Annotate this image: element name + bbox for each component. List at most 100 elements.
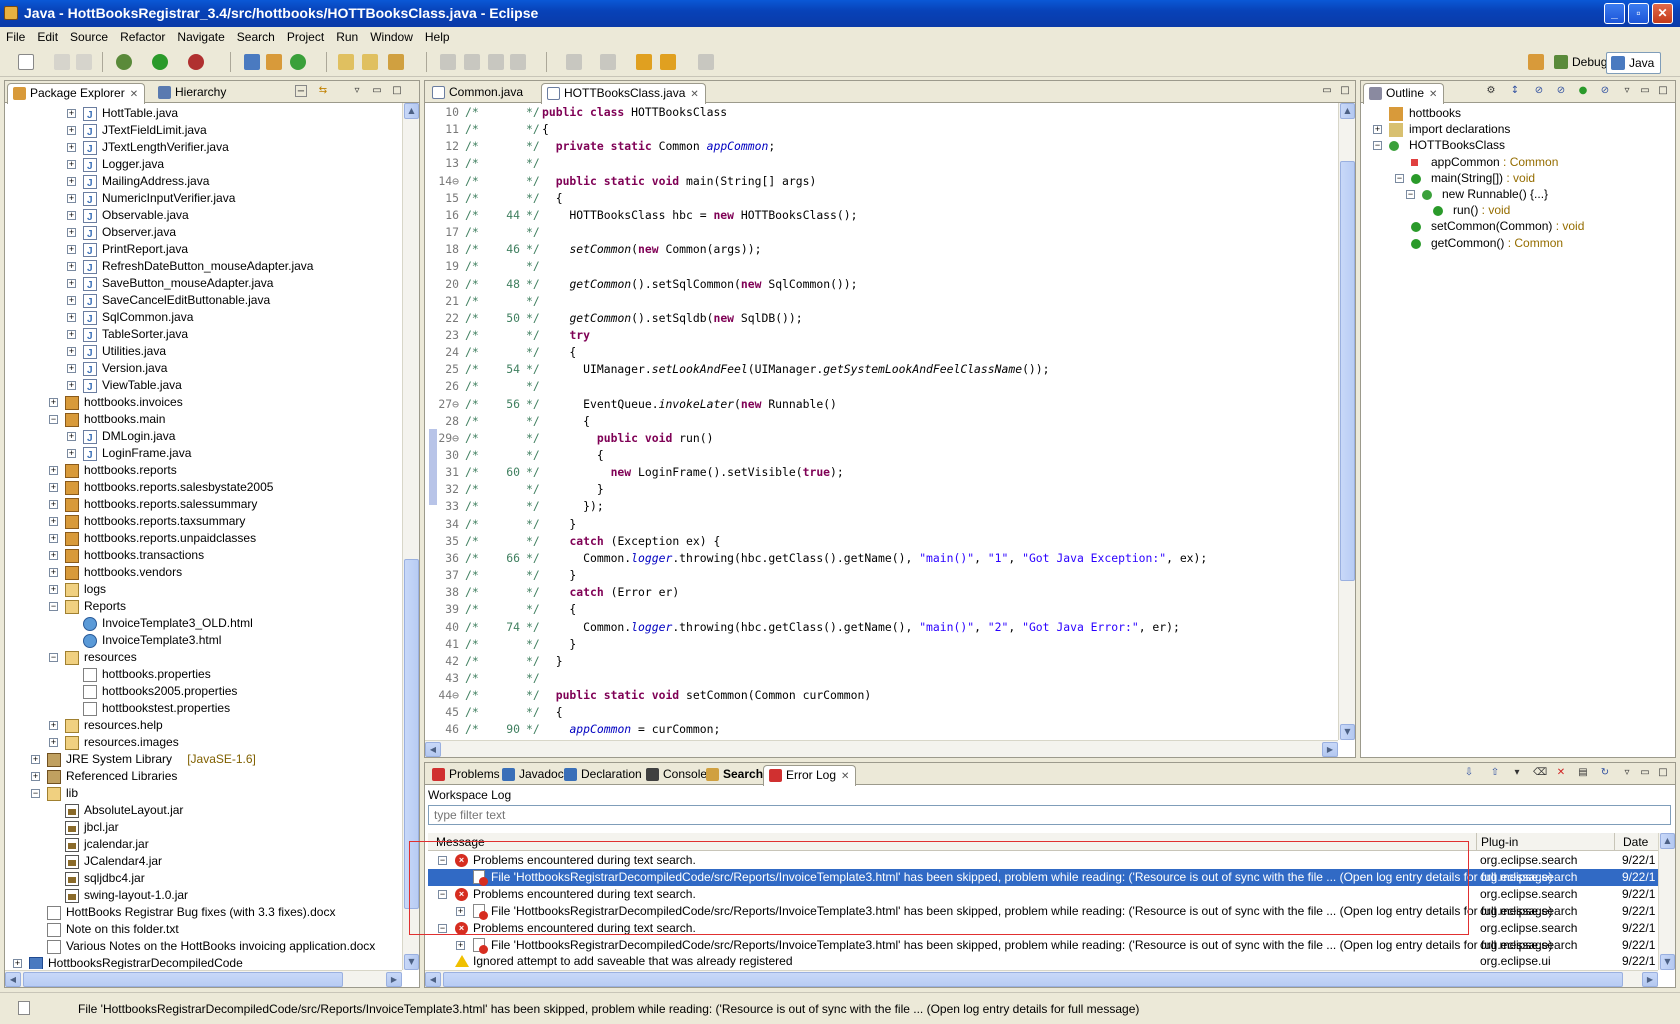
external-tools-icon[interactable]	[188, 54, 204, 70]
scroll-right-icon[interactable]: ▶	[1322, 742, 1338, 757]
menu-edit[interactable]: Edit	[31, 27, 64, 45]
code-area[interactable]: 10/* */public class HOTTBooksClass 11/* */{…	[425, 104, 1355, 739]
log-hscroll[interactable]: ◀ ▶	[425, 970, 1658, 987]
open-resource-icon[interactable]	[362, 54, 378, 70]
log-row[interactable]: − × Problems encountered during text searc…	[428, 886, 1658, 903]
tab-error-log[interactable]: Error Log ✕	[763, 765, 857, 786]
expand-icon[interactable]: +	[49, 483, 58, 492]
close-tab-icon[interactable]: ✕	[130, 89, 138, 100]
tab-problems[interactable]: Problems	[427, 765, 506, 785]
search-icon[interactable]	[388, 54, 404, 70]
view-menu-icon[interactable]: ▿	[1621, 85, 1633, 97]
maximize-button[interactable]: ▫	[1628, 3, 1649, 24]
menu-window[interactable]: Window	[364, 27, 419, 45]
import-log-icon[interactable]: ⇧	[1489, 767, 1501, 779]
expand-icon[interactable]: +	[49, 721, 58, 730]
log-row[interactable]: − × Problems encountered during text searc…	[428, 920, 1658, 937]
scroll-right-icon[interactable]: ▶	[386, 972, 402, 987]
view-minimize-icon[interactable]: ▭	[1639, 85, 1651, 97]
debug-icon[interactable]	[116, 54, 132, 70]
collapse-icon[interactable]: −	[49, 415, 58, 424]
menu-help[interactable]: Help	[419, 27, 456, 45]
expand-icon[interactable]: +	[67, 160, 76, 169]
expand-icon[interactable]: +	[67, 432, 76, 441]
view-maximize-icon[interactable]: □	[1657, 767, 1669, 779]
expand-icon[interactable]: +	[13, 959, 22, 968]
log-row[interactable]: File 'HottbooksRegistrarDecompiledCode/s…	[428, 868, 1658, 886]
expand-icon[interactable]: +	[67, 245, 76, 254]
expand-icon[interactable]: +	[49, 517, 58, 526]
close-tab-icon[interactable]: ✕	[841, 771, 849, 782]
expand-icon[interactable]: +	[456, 940, 465, 950]
new-icon[interactable]	[18, 54, 34, 70]
menu-search[interactable]: Search	[231, 27, 281, 45]
collapse-icon[interactable]: −	[438, 856, 447, 865]
log-row[interactable]: Ignored attempt to add saveable that was…	[428, 953, 1658, 970]
close-tab-icon[interactable]: ✕	[690, 89, 698, 100]
close-button[interactable]: ✕	[1652, 3, 1673, 24]
show-whitespace-icon[interactable]	[510, 54, 526, 70]
column-plugin[interactable]: Plug-in	[1476, 833, 1518, 851]
view-minimize-icon[interactable]: ▭	[1639, 767, 1651, 779]
menu-project[interactable]: Project	[281, 27, 330, 45]
tab-common-java[interactable]: Common.java	[427, 83, 529, 103]
scroll-down-icon[interactable]: ▼	[1340, 724, 1355, 740]
log-row[interactable]: + File 'HottbooksRegistrarDecompiledCode/…	[428, 903, 1658, 920]
next-annotation-icon[interactable]	[566, 54, 582, 70]
close-tab-icon[interactable]: ✕	[1429, 89, 1437, 100]
tab-declaration[interactable]: Declaration	[559, 765, 648, 785]
scroll-right-icon[interactable]: ▶	[1642, 972, 1658, 987]
tab-outline[interactable]: Outline ✕	[1363, 83, 1445, 104]
collapse-icon[interactable]: −	[1373, 141, 1382, 151]
expand-icon[interactable]: +	[67, 296, 76, 305]
collapse-icon[interactable]: −	[49, 602, 58, 611]
column-message[interactable]: Message	[436, 833, 485, 851]
editor-vscroll[interactable]: ▲ ▼	[1338, 103, 1355, 740]
menu-navigate[interactable]: Navigate	[171, 27, 230, 45]
collapse-icon[interactable]: −	[1395, 173, 1404, 183]
expand-icon[interactable]: +	[49, 568, 58, 577]
expand-icon[interactable]: +	[67, 126, 76, 135]
save-icon[interactable]	[54, 54, 70, 70]
print-icon[interactable]	[76, 54, 92, 70]
new-java-project-icon[interactable]	[244, 54, 260, 70]
scroll-up-icon[interactable]: ▲	[1340, 103, 1355, 119]
hide-nonpublic-icon[interactable]: ⊘	[1555, 85, 1567, 97]
tab-search[interactable]: Search	[701, 765, 769, 785]
expand-icon[interactable]: +	[67, 381, 76, 390]
forward-icon[interactable]	[698, 54, 714, 70]
sort-icon[interactable]: ↕	[1509, 85, 1521, 97]
hide-fields-icon[interactable]: ⚙	[1485, 85, 1497, 97]
hscroll-thumb[interactable]	[23, 972, 343, 987]
expand-icon[interactable]: +	[49, 534, 58, 543]
expand-icon[interactable]: +	[49, 398, 58, 407]
view-menu-icon[interactable]: ▿	[351, 85, 363, 97]
scroll-down-icon[interactable]: ▼	[404, 954, 419, 970]
open-perspective-icon[interactable]	[1528, 54, 1544, 70]
back-icon[interactable]	[660, 54, 676, 70]
restore-log-icon[interactable]: ↻	[1599, 767, 1611, 779]
collapse-icon[interactable]: −	[438, 889, 447, 899]
expand-icon[interactable]: +	[67, 194, 76, 203]
expand-icon[interactable]: +	[67, 211, 76, 220]
expand-icon[interactable]: +	[67, 109, 76, 118]
scroll-thumb[interactable]	[1340, 161, 1355, 581]
collapse-all-icon[interactable]: −	[295, 85, 307, 97]
scroll-left-icon[interactable]: ◀	[425, 742, 441, 757]
package-explorer-hscroll[interactable]: ◀ ▶	[5, 970, 402, 987]
link-with-editor-icon[interactable]: ⇆	[317, 85, 329, 97]
last-edit-location-icon[interactable]	[636, 54, 652, 70]
public-members-icon[interactable]: ●	[1577, 85, 1589, 97]
expand-icon[interactable]: +	[49, 466, 58, 475]
expand-icon[interactable]: +	[31, 755, 40, 764]
expand-icon[interactable]: +	[67, 279, 76, 288]
scroll-left-icon[interactable]: ◀	[5, 972, 21, 987]
tab-package-explorer[interactable]: Package Explorer ✕	[7, 83, 146, 104]
hide-local-types-icon[interactable]: ⊘	[1599, 85, 1611, 97]
open-log-icon[interactable]: ▤	[1577, 767, 1589, 779]
menu-source[interactable]: Source	[64, 27, 114, 45]
export-log-icon[interactable]: ⇩	[1463, 767, 1475, 779]
new-class-icon[interactable]	[290, 54, 306, 70]
hide-static-icon[interactable]: ⊘	[1533, 85, 1545, 97]
java-perspective-button[interactable]: Java	[1606, 52, 1662, 74]
